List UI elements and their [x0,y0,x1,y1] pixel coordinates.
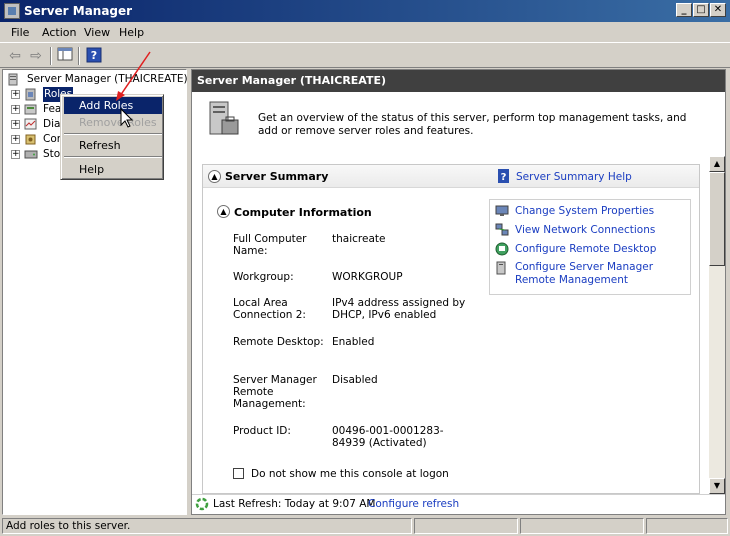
server-summary-section: ▲ Server Summary ? Server Summary Help ▲… [202,164,700,494]
tree-root-label: Server Manager (THAICREATE) [27,73,188,85]
context-menu-remove-roles[interactable]: Remove Roles [64,114,162,131]
scroll-up-icon[interactable]: ▲ [709,156,725,172]
property-value: Disabled [332,374,378,386]
network-connections-icon [495,223,509,237]
help-icon: ? [497,169,511,183]
storage-icon [24,148,38,161]
features-icon [24,103,38,116]
title-bar: Server Manager _ □ ✕ [0,0,730,22]
context-menu-help[interactable]: Help [64,161,162,178]
view-network-connections-link[interactable]: View Network Connections [515,224,655,237]
vertical-scrollbar[interactable]: ▲ ▼ [709,156,725,494]
expand-icon[interactable]: + [11,150,20,159]
configuration-icon [24,133,38,146]
context-menu-separator [64,156,162,158]
tasks-panel: Change System Properties View Network Co… [489,199,691,295]
svg-text:?: ? [501,172,507,183]
remote-management-icon [495,261,509,275]
toolbar-separator [78,47,80,65]
server-summary-header: ▲ Server Summary ? Server Summary Help [203,165,699,188]
property-label: Remote Desktop: [233,336,324,348]
server-summary-title: Server Summary [225,170,329,183]
server-icon [7,73,21,86]
server-manager-icon [4,3,20,19]
status-pane [520,518,644,534]
back-arrow-icon[interactable]: ⇦ [6,47,24,65]
logon-checkbox[interactable] [233,468,244,479]
refresh-bar: Last Refresh: Today at 9:07 AM Configure… [192,494,725,514]
scroll-thumb[interactable] [709,172,725,266]
expand-icon[interactable]: + [11,90,20,99]
tree-item-label: Sto [43,148,61,160]
server-summary-help-link[interactable]: Server Summary Help [516,171,632,184]
main-pane: Server Manager (THAICREATE) Get an overv… [191,69,726,515]
status-bar: Add roles to this server. [0,516,730,536]
property-value: 00496-001-0001283-84939 (Activated) [332,425,444,449]
property-label: Workgroup: [233,271,294,283]
diagnostics-icon [24,118,38,131]
property-value: WORKGROUP [332,271,403,283]
expand-icon[interactable]: + [11,135,20,144]
property-label: Product ID: [233,425,291,437]
tree-item-label: Fea [43,103,62,115]
property-value: thaicreate [332,233,386,245]
help-icon[interactable]: ? [85,47,103,65]
last-refresh-text: Last Refresh: Today at 9:07 AM [213,498,376,510]
context-menu: Add Roles Remove Roles Refresh Help [60,94,164,180]
collapse-up-icon[interactable]: ▲ [208,170,221,183]
roles-icon [24,88,38,101]
collapse-up-icon[interactable]: ▲ [217,205,230,218]
maximize-button[interactable]: □ [693,3,709,17]
configure-refresh-link[interactable]: Configure refresh [368,498,459,511]
refresh-icon [195,497,209,511]
show-hide-console-tree-icon[interactable] [56,47,74,65]
context-menu-refresh[interactable]: Refresh [64,137,162,154]
server-manager-large-icon [206,100,242,140]
system-properties-icon [495,204,509,218]
status-text: Add roles to this server. [2,518,412,534]
close-button[interactable]: ✕ [710,3,726,17]
svg-text:?: ? [91,49,97,62]
remote-desktop-icon [495,242,509,256]
toolbar-separator [50,47,52,65]
property-value: IPv4 address assigned by DHCP, IPv6 enab… [332,297,466,321]
intro-text: Get an overview of the status of this se… [258,112,687,137]
change-system-properties-link[interactable]: Change System Properties [515,205,654,218]
computer-information-title: Computer Information [234,206,372,219]
menu-help[interactable]: Help [119,26,144,39]
expand-icon[interactable]: + [11,105,20,114]
scroll-down-icon[interactable]: ▼ [709,478,725,494]
main-header: Server Manager (THAICREATE) [192,70,725,92]
property-value: Enabled [332,336,375,348]
menu-action[interactable]: Action [42,26,76,39]
forward-arrow-icon[interactable]: ⇨ [27,47,45,65]
context-menu-separator [64,133,162,135]
property-label: Full Computer Name: [233,233,307,257]
window-title: Server Manager [24,4,133,18]
menu-view[interactable]: View [84,26,110,39]
property-label: Server Manager Remote Management: [233,374,317,410]
menu-file[interactable]: File [11,26,29,39]
configure-remote-desktop-link[interactable]: Configure Remote Desktop [515,243,656,256]
configure-remote-management-link[interactable]: Configure Server Manager Remote Manageme… [515,261,690,287]
minimize-button[interactable]: _ [676,3,692,17]
expand-icon[interactable]: + [11,120,20,129]
context-menu-add-roles[interactable]: Add Roles [64,97,162,114]
menu-bar: File Action View Help [0,22,730,42]
toolbar: ⇦ ⇨ ? [0,42,730,68]
property-label: Local Area Connection 2: [233,297,306,321]
status-pane [414,518,518,534]
logon-checkbox-label: Do not show me this console at logon [251,468,449,480]
status-pane [646,518,728,534]
